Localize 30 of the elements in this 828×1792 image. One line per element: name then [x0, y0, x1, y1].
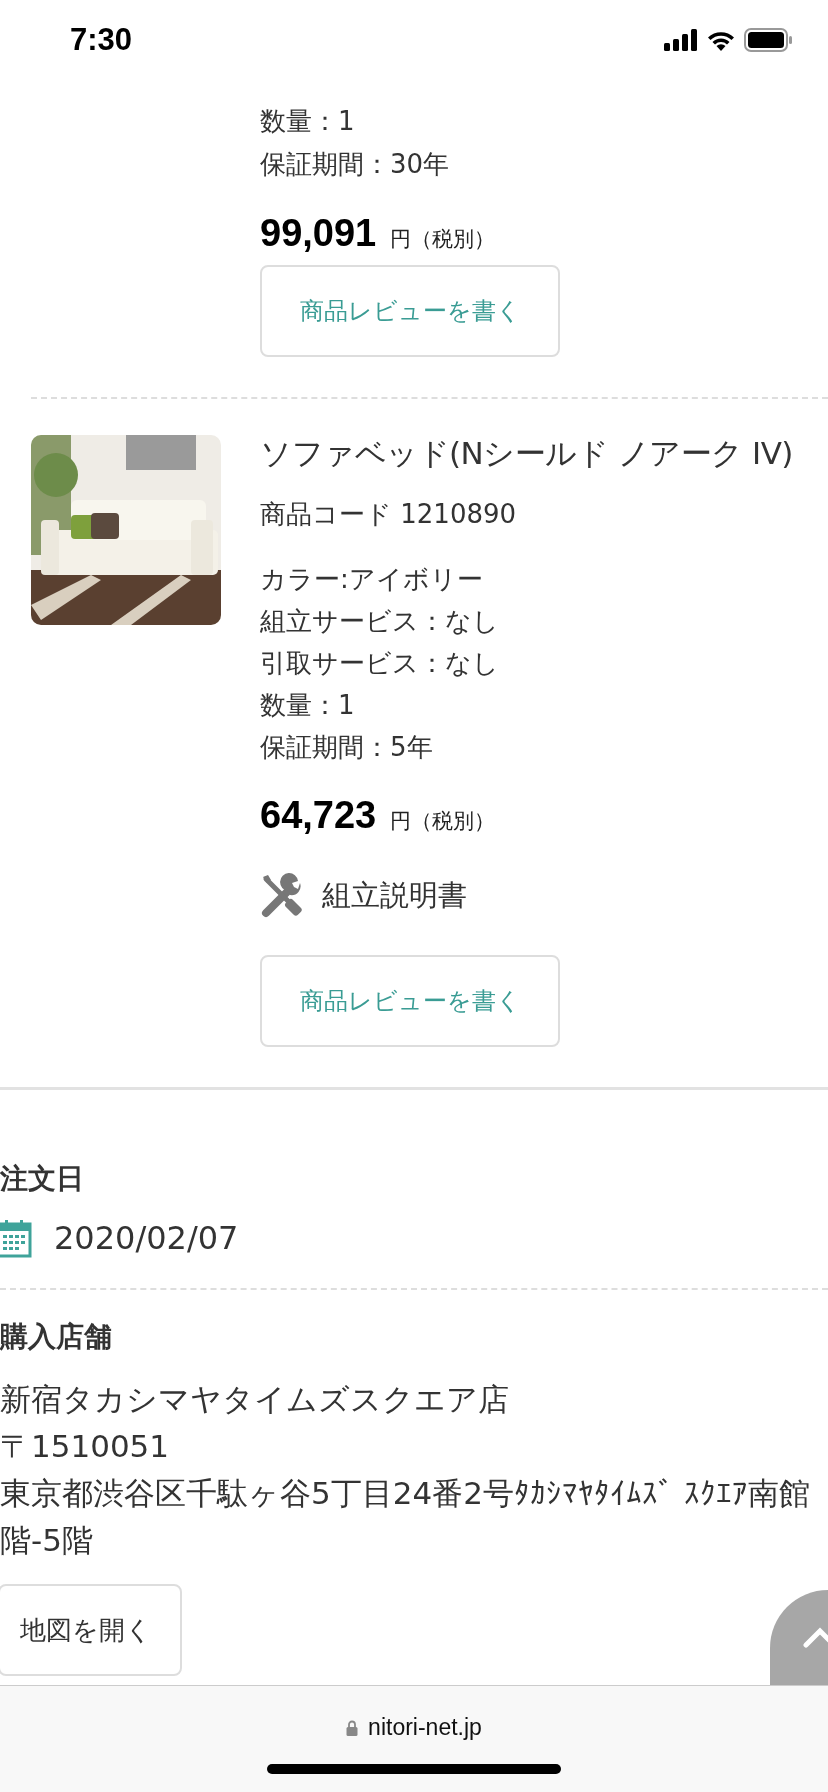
product-attribute: 数量：1	[260, 105, 356, 138]
store-address-line: 新宿タカシマヤタイムズスクエア店	[0, 1380, 510, 1419]
price-suffix: 円（税別）	[390, 808, 496, 835]
price: 99,091	[260, 212, 377, 255]
store-address-line: 東京都渋谷区千駄ヶ谷5丁目24番2号ﾀｶｼﾏﾔﾀｲﾑｽﾞ ｽｸｴｱ南館	[0, 1474, 811, 1513]
store-address-line: 階-5階	[0, 1521, 94, 1560]
store-address-line: 〒1510051	[0, 1427, 171, 1466]
wifi-icon	[706, 29, 736, 51]
product-attribute: カラー:アイボリー	[260, 563, 484, 596]
product-attribute: 引取サービス：なし	[260, 647, 499, 680]
battery-icon	[744, 28, 792, 52]
scroll-to-top-button[interactable]	[770, 1590, 828, 1685]
price: 64,723	[260, 794, 377, 837]
status-time: 7:30	[70, 22, 133, 58]
order-date: 2020/02/07	[54, 1219, 239, 1257]
product-attribute: 保証期間：5年	[260, 731, 434, 764]
product-attribute: 組立サービス：なし	[260, 605, 499, 638]
price-suffix: 円（税別）	[390, 226, 496, 253]
order-date-heading: 注文日	[0, 1161, 85, 1197]
lock-icon	[346, 1719, 359, 1736]
product-attribute: 数量：1	[260, 689, 356, 722]
store-heading: 購入店舗	[0, 1319, 113, 1355]
assembly-manual-link[interactable]: 組立説明書	[322, 876, 467, 916]
url-text[interactable]: nitori-net.jp	[368, 1714, 482, 1741]
signal-icon	[664, 29, 698, 51]
open-map-button[interactable]: 地図を開く	[0, 1584, 182, 1676]
product-attribute: 保証期間：30年	[260, 148, 450, 181]
product-code: 商品コード 1210890	[260, 498, 517, 530]
calendar-icon	[0, 1218, 32, 1258]
product-title[interactable]: ソファベッド(Nシールド ノアーク IV)	[260, 435, 793, 471]
